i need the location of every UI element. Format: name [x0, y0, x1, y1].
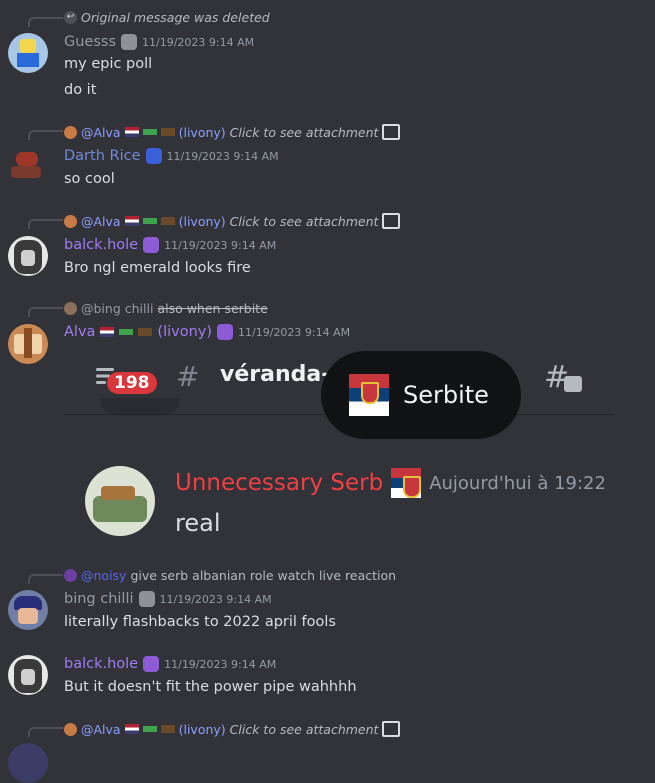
- gun-icon: [119, 329, 134, 335]
- avatar[interactable]: [8, 590, 48, 630]
- role-icon: [217, 324, 234, 340]
- timestamp[interactable]: 11/19/2023 9:14 AM: [238, 326, 350, 339]
- reply-mention[interactable]: @noisy: [81, 568, 126, 583]
- serbia-flag-icon: [391, 468, 422, 498]
- gun-icon: [142, 129, 157, 135]
- reply-mention-suffix: (livony): [178, 124, 226, 140]
- embedded-message-fragment: [100, 398, 180, 416]
- reply-avatar: [64, 125, 77, 139]
- reply-preview[interactable]: @Alva (livony) Click to see attachment: [64, 213, 401, 229]
- reply-text[interactable]: give serb albanian role watch live react…: [130, 568, 396, 583]
- username[interactable]: balck.hole: [64, 656, 138, 672]
- reply-text: Original message was deleted: [81, 10, 270, 25]
- thread-bubble-icon: [564, 376, 582, 392]
- message-header: Alva (livony) 11/19/2023 9:14 AM: [64, 324, 350, 340]
- message-header: Darth Rice 11/19/2023 9:14 AM: [64, 148, 279, 164]
- reply-spine: [28, 17, 63, 27]
- embedded-message-text: real: [175, 509, 221, 537]
- reply-spine: [28, 130, 63, 140]
- reply-preview[interactable]: @bing chilli also when serbite: [64, 301, 268, 316]
- gun-icon: [142, 218, 157, 224]
- role-icon: [138, 591, 155, 607]
- reply-text[interactable]: Click to see attachment: [230, 722, 379, 737]
- reply-avatar: [64, 214, 77, 228]
- message-header: balck.hole 11/19/2023 9:14 AM: [64, 237, 276, 253]
- image-icon: [382, 721, 401, 737]
- message-text: literally flashbacks to 2022 april fools: [64, 614, 336, 630]
- timestamp[interactable]: 11/19/2023 9:14 AM: [164, 239, 276, 252]
- role-icon: [143, 237, 160, 253]
- reply-mention-suffix: (livony): [178, 721, 226, 737]
- reply-preview[interactable]: @noisy give serb albanian role watch liv…: [64, 568, 396, 583]
- us-flag-icon: [124, 724, 139, 734]
- reply-mention-suffix: (livony): [178, 213, 226, 229]
- us-flag-icon: [100, 327, 115, 337]
- serbia-flag-icon: [349, 374, 389, 416]
- username[interactable]: Alva: [64, 324, 95, 340]
- tooltip: Serbite: [321, 351, 521, 439]
- gun-icon: [142, 726, 157, 732]
- us-flag-icon: [124, 127, 139, 137]
- eagle-icon: [138, 328, 153, 336]
- reply-mention[interactable]: @Alva: [81, 214, 121, 229]
- reply-spine: [28, 727, 63, 737]
- reply-text[interactable]: Click to see attachment: [230, 214, 379, 229]
- reply-spine: [28, 307, 63, 317]
- tooltip-label: Serbite: [403, 381, 489, 409]
- reply-text[interactable]: Click to see attachment: [230, 125, 379, 140]
- message-header: balck.hole 11/19/2023 9:14 AM: [64, 656, 276, 672]
- avatar[interactable]: [8, 236, 48, 276]
- avatar[interactable]: [8, 324, 48, 364]
- username[interactable]: Guesss: [64, 34, 116, 50]
- eagle-icon: [160, 217, 175, 225]
- eagle-icon: [160, 725, 175, 733]
- reply-text[interactable]: also when serbite: [157, 301, 267, 316]
- message-text: Bro ngl emerald looks fire: [64, 260, 251, 276]
- reply-preview[interactable]: ↩ Original message was deleted: [64, 10, 270, 25]
- hashtag-lock-icon: #: [176, 360, 200, 393]
- reply-mention[interactable]: @bing chilli: [81, 301, 153, 316]
- role-icon: [145, 148, 162, 164]
- message-header: Guesss 11/19/2023 9:14 AM: [64, 34, 254, 50]
- timestamp[interactable]: 11/19/2023 9:14 AM: [167, 150, 279, 163]
- message-text: my epic poll: [64, 56, 153, 72]
- reply-spine: [28, 219, 63, 229]
- us-flag-icon: [124, 216, 139, 226]
- timestamp[interactable]: 11/19/2023 9:14 AM: [164, 658, 276, 671]
- reply-preview[interactable]: @Alva (livony) Click to see attachment: [64, 721, 401, 737]
- embedded-timestamp: Aujourd'hui à 19:22: [429, 472, 606, 494]
- message-text: But it doesn't fit the power pipe wahhhh: [64, 679, 357, 695]
- reply-mention[interactable]: @Alva: [81, 722, 121, 737]
- reply-spine: [28, 574, 63, 584]
- reply-arrow-icon: ↩: [64, 11, 77, 24]
- reply-preview[interactable]: @Alva (livony) Click to see attachment: [64, 124, 401, 140]
- image-icon: [382, 124, 401, 140]
- avatar[interactable]: [8, 146, 48, 186]
- message-text: so cool: [64, 171, 115, 187]
- message-header: bing chilli 11/19/2023 9:14 AM: [64, 591, 272, 607]
- username[interactable]: Darth Rice: [64, 148, 141, 164]
- message-text: do it: [64, 82, 97, 98]
- unread-badge: 198: [107, 372, 157, 394]
- avatar[interactable]: [8, 655, 48, 695]
- avatar[interactable]: [8, 33, 48, 73]
- username[interactable]: bing chilli: [64, 591, 134, 607]
- timestamp[interactable]: 11/19/2023 9:14 AM: [160, 593, 272, 606]
- embedded-username: Unnecessary Serb: [175, 470, 384, 496]
- role-icon: [143, 656, 160, 672]
- image-icon: [382, 213, 401, 229]
- username-suffix: (livony): [157, 324, 213, 340]
- channel-name: véranda-: [220, 362, 331, 387]
- reply-avatar: [64, 722, 77, 736]
- timestamp[interactable]: 11/19/2023 9:14 AM: [142, 36, 254, 49]
- embedded-message-header: Unnecessary Serb Aujourd'hui à 19:22: [175, 468, 606, 498]
- embedded-avatar: [85, 466, 155, 536]
- eagle-icon: [160, 128, 175, 136]
- reply-mention[interactable]: @Alva: [81, 125, 121, 140]
- avatar[interactable]: [8, 743, 48, 783]
- reply-avatar: [64, 302, 77, 315]
- username[interactable]: balck.hole: [64, 237, 138, 253]
- reply-avatar: [64, 569, 77, 582]
- role-icon: [121, 34, 138, 50]
